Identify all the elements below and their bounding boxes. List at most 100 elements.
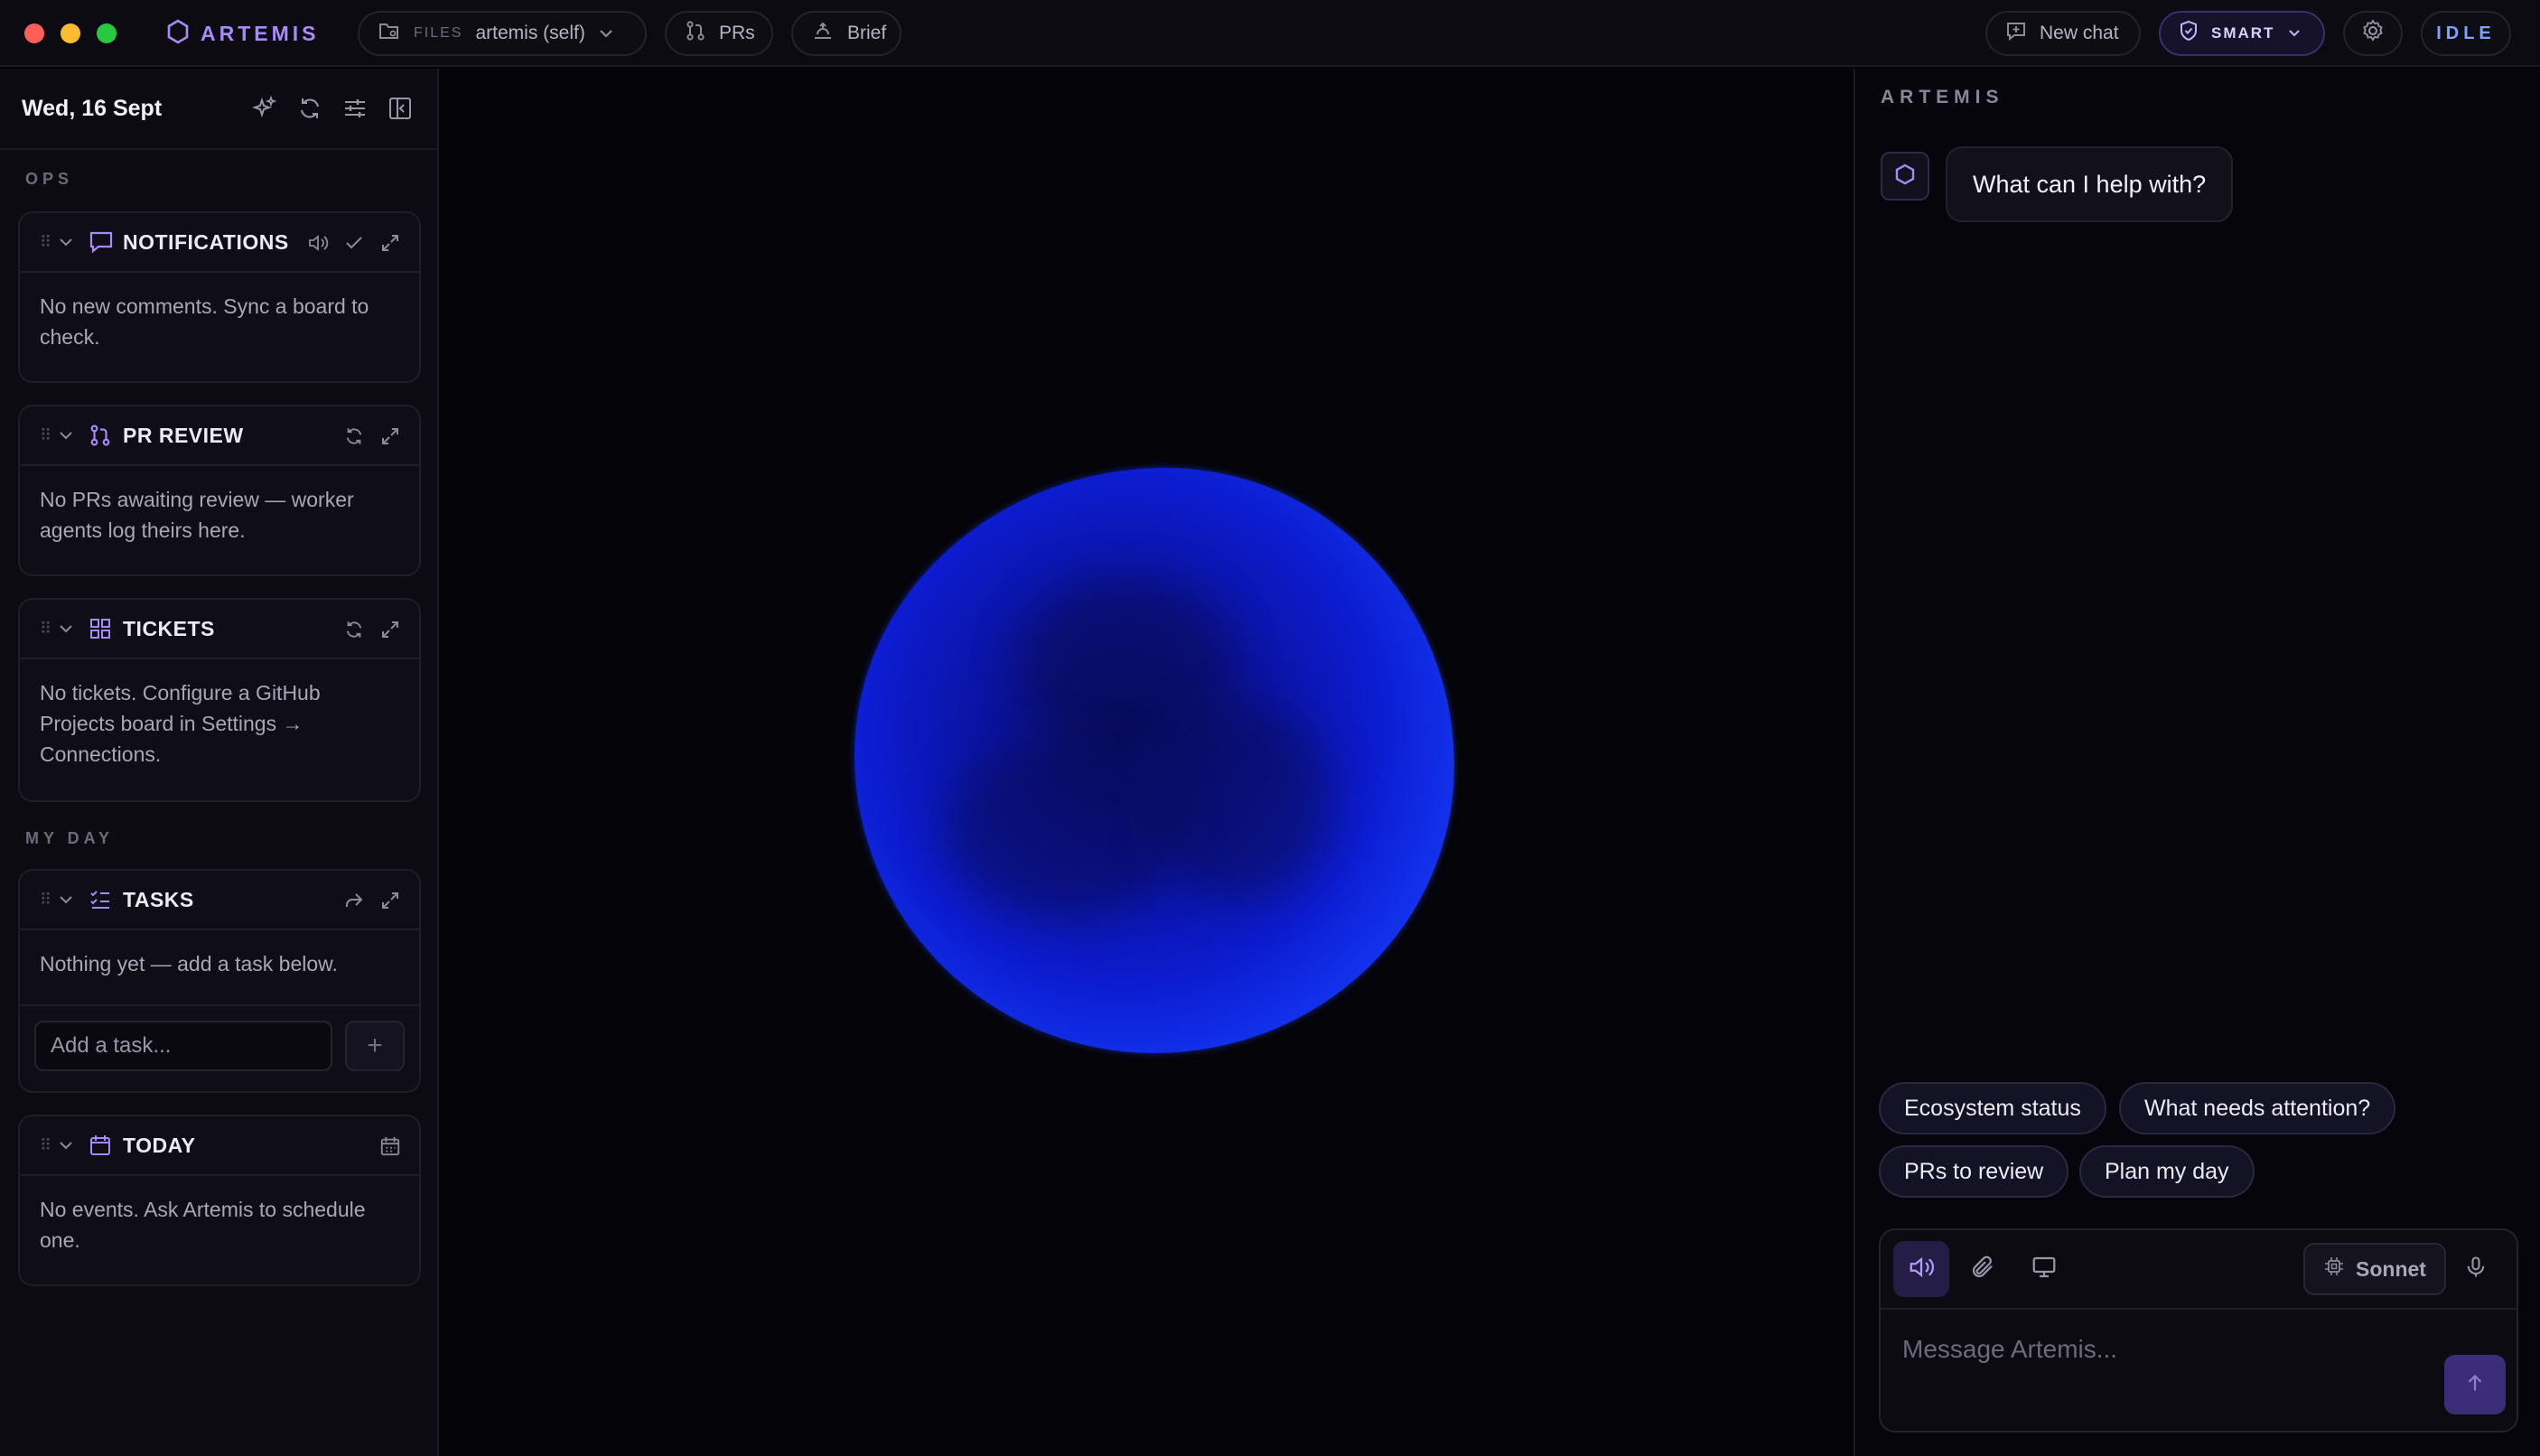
folder-branch-icon	[378, 20, 401, 47]
arrow-up-icon	[2463, 1370, 2487, 1400]
sidebar-header-actions	[251, 95, 414, 126]
close-window-button[interactable]	[24, 23, 44, 43]
files-selector[interactable]: FILES artemis (self)	[358, 11, 647, 56]
attach-button[interactable]	[1955, 1241, 2011, 1297]
prs-button[interactable]: PRs	[665, 11, 773, 56]
refresh-icon[interactable]	[343, 425, 365, 452]
assistant-message: What can I help with?	[1946, 146, 2234, 222]
title-bar: ARTEMIS FILES artemis (self) PRs Brief N…	[0, 0, 2540, 67]
monitor-icon	[2031, 1254, 2058, 1285]
gear-icon	[2360, 18, 2386, 49]
add-task-input[interactable]	[34, 1021, 332, 1071]
microphone-icon	[2463, 1254, 2489, 1285]
new-chat-label: New chat	[2040, 23, 2119, 43]
expand-icon[interactable]	[379, 425, 401, 452]
current-date: Wed, 16 Sept	[22, 96, 163, 121]
suggestion-chip[interactable]: PRs to review	[1879, 1145, 2069, 1198]
forward-icon[interactable]	[343, 890, 365, 916]
volume-icon[interactable]	[307, 232, 329, 258]
composer-toolbar: Sonnet	[1881, 1230, 2517, 1310]
list-checks-icon	[89, 888, 123, 911]
add-task-button[interactable]: +	[345, 1021, 405, 1071]
expand-icon[interactable]	[379, 619, 401, 645]
tasks-title: TASKS	[123, 887, 194, 911]
main-stage	[441, 69, 1852, 1456]
mode-selector[interactable]: SMART	[2159, 11, 2325, 56]
settings-button[interactable]	[2343, 11, 2403, 56]
status-label: IDLE	[2436, 23, 2496, 43]
drag-handle-icon[interactable]: ⠿	[40, 426, 58, 445]
chevron-down-icon[interactable]	[58, 1140, 81, 1151]
sunrise-icon	[811, 20, 835, 47]
voice-output-toggle[interactable]	[1893, 1241, 1949, 1297]
suggestion-chip[interactable]: Ecosystem status	[1879, 1082, 2106, 1134]
chevron-down-icon	[2287, 23, 2302, 44]
shield-icon	[2179, 20, 2199, 47]
today-title: TODAY	[123, 1133, 196, 1157]
orb-shade	[945, 739, 1180, 919]
chevron-down-icon[interactable]	[58, 894, 81, 905]
notifications-body: No new comments. Sync a board to check.	[40, 294, 369, 349]
brief-label: Brief	[847, 23, 887, 43]
check-icon[interactable]	[343, 232, 365, 258]
model-selector[interactable]: Sonnet	[2303, 1243, 2446, 1295]
refresh-icon[interactable]	[296, 95, 323, 126]
voice-orb	[854, 468, 1454, 1053]
tickets-body: No tickets. Configure a GitHub Projects …	[40, 681, 321, 766]
drag-handle-icon[interactable]: ⠿	[40, 891, 58, 910]
chat-title: ARTEMIS	[1881, 87, 2004, 107]
brief-button[interactable]: Brief	[791, 11, 901, 56]
drag-handle-icon[interactable]: ⠿	[40, 233, 58, 252]
microphone-button[interactable]	[2448, 1241, 2504, 1297]
collapse-sidebar-icon[interactable]	[387, 95, 414, 126]
calendar-icon[interactable]	[379, 1135, 401, 1162]
paperclip-icon	[1969, 1254, 1996, 1285]
files-label: FILES	[414, 25, 463, 41]
suggestion-chip[interactable]: Plan my day	[2079, 1145, 2255, 1198]
notifications-card-header: ⠿ NOTIFICATIONS	[20, 213, 419, 273]
grid-icon	[89, 617, 123, 640]
git-pull-request-icon	[89, 424, 123, 447]
drag-handle-icon[interactable]: ⠿	[40, 1136, 58, 1155]
message-composer: Sonnet	[1879, 1228, 2518, 1433]
chevron-down-icon	[598, 23, 614, 44]
pr-review-card-header: ⠿ PR REVIEW	[20, 406, 419, 466]
chevron-down-icon[interactable]	[58, 623, 81, 634]
refresh-icon[interactable]	[343, 619, 365, 645]
chat-panel: ARTEMIS What can I help with? Ecosystem …	[1854, 69, 2540, 1456]
app-brand: ARTEMIS	[166, 18, 320, 49]
sliders-icon[interactable]	[341, 95, 369, 126]
message-square-icon	[89, 230, 123, 254]
send-button[interactable]	[2444, 1355, 2506, 1414]
tasks-body: Nothing yet — add a task below.	[20, 930, 419, 1006]
minimize-window-button[interactable]	[61, 23, 80, 43]
hexagon-logo-icon	[1893, 162, 1917, 191]
mode-label: SMART	[2211, 24, 2275, 42]
notifications-title: NOTIFICATIONS	[123, 229, 289, 254]
pr-review-title: PR REVIEW	[123, 423, 244, 447]
expand-icon[interactable]	[379, 890, 401, 916]
hexagon-logo-icon	[166, 18, 190, 49]
tickets-title: TICKETS	[123, 616, 215, 640]
sparkles-icon[interactable]	[251, 95, 278, 126]
screen-share-button[interactable]	[2016, 1241, 2072, 1297]
tickets-card: ⠿ TICKETS No tickets. Configure a GitHub…	[18, 598, 421, 802]
message-plus-icon	[2005, 20, 2027, 47]
git-pull-request-icon	[685, 20, 706, 47]
sidebar-header: Wed, 16 Sept	[0, 69, 439, 150]
new-chat-button[interactable]: New chat	[1985, 11, 2141, 56]
cpu-icon	[2323, 1255, 2345, 1283]
chevron-down-icon[interactable]	[58, 237, 81, 247]
maximize-window-button[interactable]	[97, 23, 117, 43]
suggestion-chip[interactable]: What needs attention?	[2119, 1082, 2396, 1134]
drag-handle-icon[interactable]: ⠿	[40, 620, 58, 639]
expand-icon[interactable]	[379, 232, 401, 258]
section-label-ops: OPS	[25, 170, 74, 188]
notifications-card: ⠿ NOTIFICATIONS No new comments. Sync a …	[18, 211, 421, 383]
assistant-avatar	[1881, 152, 1929, 201]
status-badge: IDLE	[2421, 11, 2511, 56]
today-card-header: ⠿ TODAY	[20, 1116, 419, 1176]
today-card: ⠿ TODAY No events. Ask Artemis to schedu…	[18, 1115, 421, 1286]
chevron-down-icon[interactable]	[58, 430, 81, 441]
message-input[interactable]	[1902, 1331, 2408, 1367]
